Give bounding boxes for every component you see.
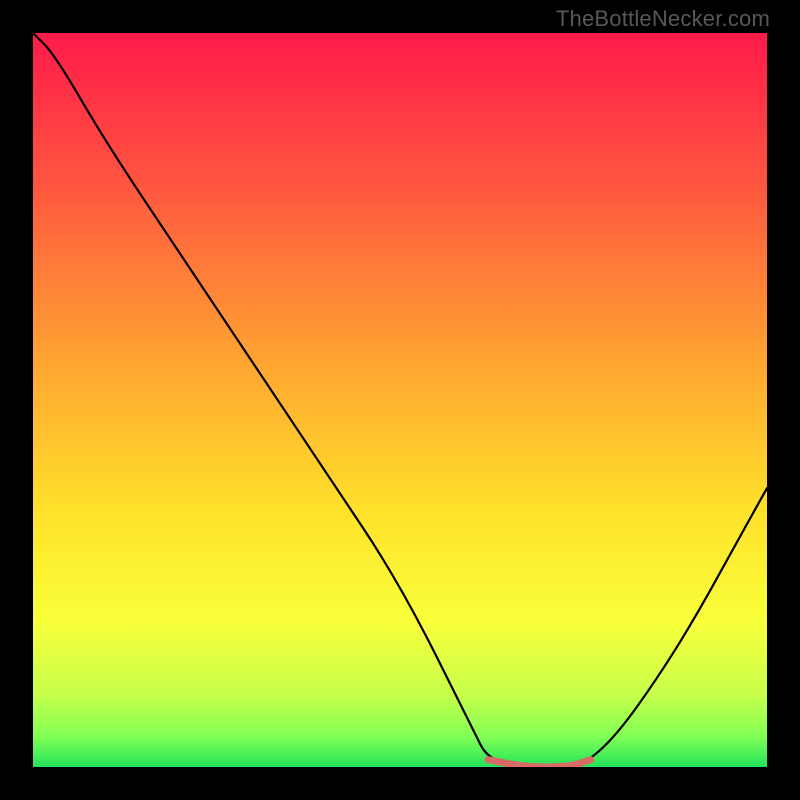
plot-area (33, 33, 767, 767)
chart-frame: TheBottleNecker.com (0, 0, 800, 800)
watermark-text: TheBottleNecker.com (556, 6, 770, 32)
curve-layer (33, 33, 767, 767)
bottleneck-curve (33, 33, 767, 767)
optimal-range-highlight (488, 760, 591, 767)
